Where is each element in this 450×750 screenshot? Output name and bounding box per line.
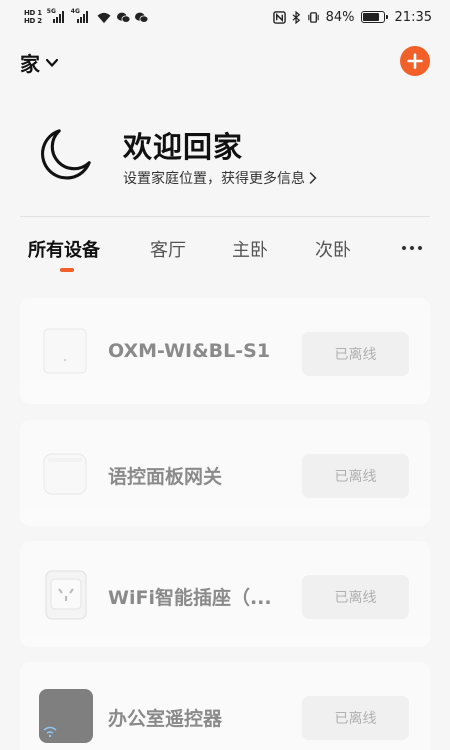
device-card[interactable]: OXM-WI&BL-S1 已离线 [20,298,430,404]
tab-master-bedroom[interactable]: 主卧 [232,236,268,262]
device-card[interactable]: 语控面板网关 已离线 [20,420,430,526]
status-left: HD 1 HD 2 5G 4G [24,8,148,25]
tab-all-devices[interactable]: 所有设备 [28,236,100,262]
status-bar: HD 1 HD 2 5G 4G 84% 21:35 [0,0,450,34]
smart-plug-icon [40,569,92,621]
device-status: 已离线 [302,696,409,740]
battery-level [362,13,380,21]
gateway-icon [40,448,92,500]
header: 家 [0,44,450,80]
signal-icon-2: 4G [71,8,88,23]
tab-living-room[interactable]: 客厅 [150,236,186,262]
device-name: OXM-WI&BL-S1 [108,340,271,362]
device-name: 办公室遥控器 [108,708,223,730]
wechat-icon-2 [134,12,148,23]
tab-second-bedroom[interactable]: 次卧 [315,236,351,262]
device-name: WiFi智能插座（... [108,587,272,609]
battery-icon [360,11,388,23]
chevron-right-icon [309,172,317,184]
home-selector[interactable]: 家 [20,48,58,77]
router-icon [40,326,92,378]
battery-percent: 84% [325,9,355,25]
device-name: 语控面板网关 [108,466,223,488]
device-card[interactable]: WiFi智能插座（... 已离线 [20,541,430,647]
room-tabs: 所有设备 客厅 主卧 次卧 [0,232,450,276]
wechat-icon [116,12,130,23]
bluetooth-icon [292,10,300,24]
more-tabs-icon[interactable] [402,246,422,250]
status-right: 84% 21:35 [272,9,432,25]
tab-indicator [60,268,74,272]
hd-indicator: HD 1 HD 2 [24,9,42,25]
moon-icon [41,129,91,180]
divider [20,216,430,217]
signal-icon: 5G [47,8,64,23]
device-status: 已离线 [302,454,409,498]
welcome-subtitle: 设置家庭位置，获得更多信息 [123,171,305,187]
chevron-down-icon [46,58,58,67]
vibrate-icon [307,11,319,23]
welcome-title: 欢迎回家 [123,130,244,164]
clock: 21:35 [394,9,432,25]
add-device-button[interactable] [400,46,430,76]
nfc-icon [272,10,286,24]
device-status: 已离线 [302,575,409,619]
plus-icon [407,53,423,69]
wifi-icon [97,12,111,23]
device-status: 已离线 [302,332,409,376]
device-card[interactable]: 办公室遥控器 已离线 [20,662,430,750]
set-location-link[interactable]: 设置家庭位置，获得更多信息 [123,168,317,188]
home-name: 家 [20,52,40,76]
remote-icon [38,688,94,744]
welcome-section: 欢迎回家 设置家庭位置，获得更多信息 [0,118,450,198]
